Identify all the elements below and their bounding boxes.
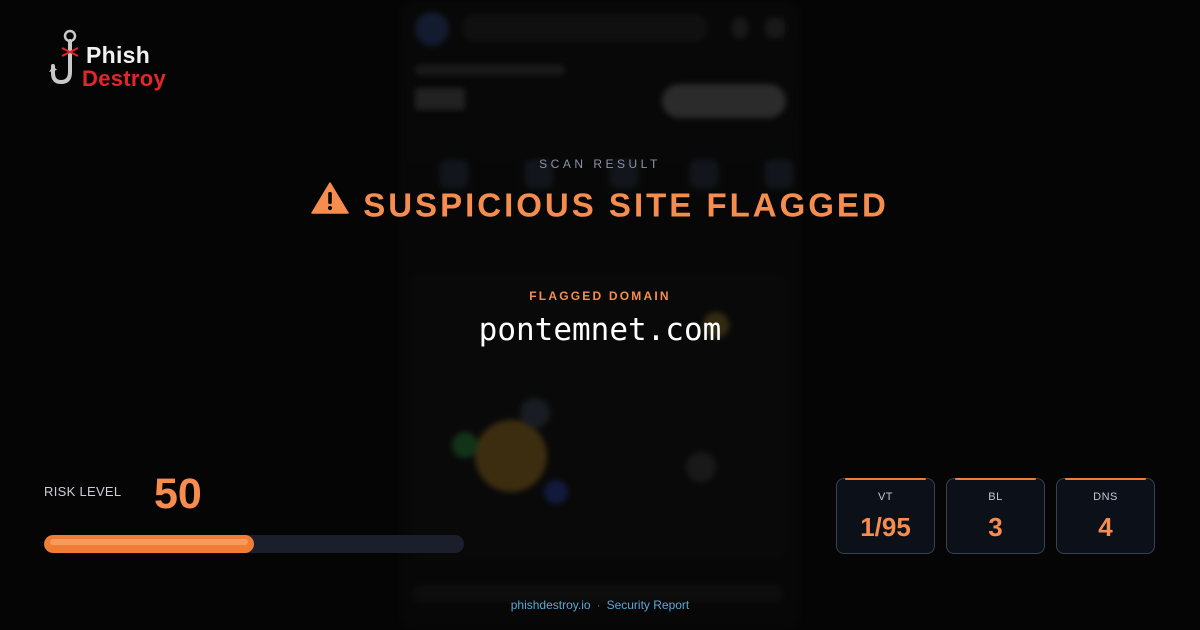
footer-separator: · <box>596 598 601 612</box>
headline-text: SUSPICIOUS SITE FLAGGED <box>363 186 889 224</box>
stat-name: VT <box>877 491 894 503</box>
background-search-bar <box>462 14 708 42</box>
background-token-icon <box>520 398 550 428</box>
phishdestroy-logo: Phish Destroy <box>48 28 178 98</box>
risk-level-bar <box>44 535 464 553</box>
stat-name: BL <box>988 491 1003 503</box>
scan-result-label: SCAN RESULT <box>539 157 661 171</box>
stat-card-vt: VT 1/95 <box>836 478 935 554</box>
footer-site-link[interactable]: phishdestroy.io <box>511 598 591 612</box>
background-balance-value <box>415 88 465 110</box>
stat-value: 3 <box>988 512 1003 542</box>
stat-card-dns: DNS 4 <box>1056 478 1155 554</box>
background-avatar <box>415 12 449 46</box>
stat-value: 1/95 <box>860 512 911 542</box>
footer: phishdestroy.io · Security Report <box>0 598 1200 612</box>
background-coin-image <box>475 420 547 492</box>
background-token-icon <box>544 480 568 504</box>
stat-value: 4 <box>1098 512 1113 542</box>
background-headset-icon <box>732 18 748 38</box>
flagged-domain-label: FLAGGED DOMAIN <box>529 289 671 303</box>
warning-triangle-icon <box>311 182 349 222</box>
scan-result-headline: SUSPICIOUS SITE FLAGGED <box>0 182 1200 225</box>
background-token-icon <box>452 432 478 458</box>
risk-level-bar-fill <box>44 535 254 553</box>
flagged-domain: pontemnet.com <box>478 312 722 348</box>
stat-card-bl: BL 3 <box>946 478 1045 554</box>
background-xrp-icon <box>686 452 716 482</box>
logo-text-destroy: Destroy <box>82 66 167 91</box>
stat-name: DNS <box>1093 491 1118 503</box>
risk-level-label: RISK LEVEL <box>44 484 122 499</box>
background-balance-label <box>415 65 565 75</box>
background-recharge-button <box>662 84 786 118</box>
background-bell-icon <box>765 18 785 38</box>
logo-text-phish: Phish <box>86 42 151 68</box>
footer-report-link[interactable]: Security Report <box>607 598 690 612</box>
risk-level-value: 50 <box>154 470 202 518</box>
